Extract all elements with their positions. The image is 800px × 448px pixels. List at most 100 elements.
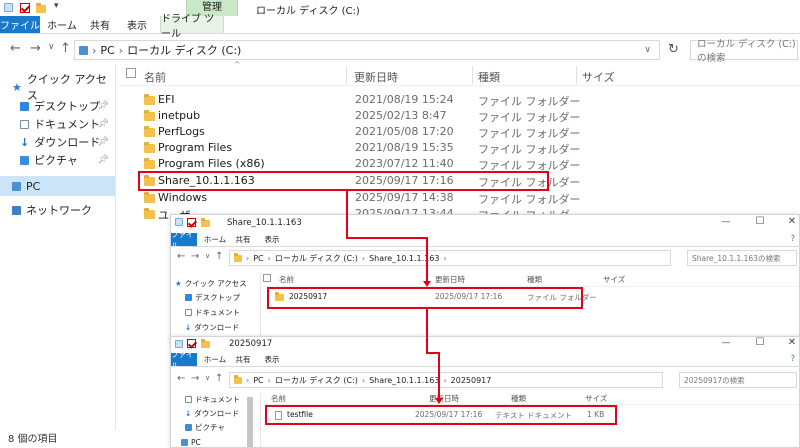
properties-check-icon[interactable] (20, 3, 30, 13)
address-bar[interactable]: › PC › ローカル ディスク (C:) ∨ (74, 40, 660, 60)
new-folder-icon[interactable] (201, 339, 210, 348)
sidebar-item-pictures[interactable]: ピクチャ 📌︎ (0, 151, 115, 169)
address-bar[interactable]: › PC › ローカル ディスク (C:) › Share_10.1.1.163… (229, 250, 671, 266)
tab-view[interactable]: 表示 (259, 353, 285, 366)
pin-icon[interactable]: 📌︎ (98, 137, 109, 147)
list-item[interactable]: Program Files (x86) 2023/07/12 11:40 ファイ… (140, 156, 581, 172)
list-item[interactable]: PerfLogs 2021/05/08 17:20 ファイル フォルダー (140, 124, 581, 140)
column-date[interactable]: 更新日時 (354, 69, 398, 85)
list-item[interactable]: inetpub 2025/02/13 8:47 ファイル フォルダー (140, 108, 581, 124)
sidebar-label: PC (191, 438, 201, 447)
column-name[interactable]: 名前 (279, 274, 294, 285)
search-input[interactable]: 20250917の検索 (679, 372, 797, 388)
column-divider[interactable] (576, 66, 577, 84)
up-icon[interactable]: ↑ (215, 373, 223, 384)
back-icon[interactable]: ← (10, 41, 21, 56)
tab-home[interactable]: ホーム (201, 233, 229, 246)
sidebar-item-quick-access[interactable]: ★ クイック アクセス (171, 277, 260, 290)
forward-icon[interactable]: → (191, 251, 199, 262)
column-date[interactable]: 更新日時 (435, 274, 465, 285)
breadcrumb-share[interactable]: Share_10.1.1.163 (369, 254, 439, 263)
sidebar-item-downloads[interactable]: ↓ ダウンロード 📌︎ (0, 133, 115, 151)
tab-drive-tools[interactable]: ドライブ ツール (160, 14, 224, 40)
properties-check-icon[interactable] (187, 339, 196, 348)
forward-icon[interactable]: → (191, 373, 199, 384)
help-icon[interactable]: ? (791, 354, 795, 363)
breadcrumb-pc[interactable]: PC (253, 254, 263, 263)
breadcrumb-share[interactable]: Share_10.1.1.163 (369, 376, 439, 385)
sidebar-item-desktop[interactable]: デスクトップ 📌︎ (0, 97, 115, 115)
sidebar-item-quick-access[interactable]: ★ クイック アクセス (0, 73, 115, 102)
pin-icon[interactable]: 📌︎ (98, 155, 109, 165)
breadcrumb-pc[interactable]: PC (100, 44, 114, 57)
select-all-checkbox[interactable] (263, 274, 271, 282)
qat-dropdown-icon[interactable]: ▾ (54, 1, 59, 11)
column-size[interactable]: サイズ (582, 69, 615, 85)
maximize-button[interactable]: ☐ (753, 216, 767, 227)
scrollbar[interactable] (247, 397, 253, 447)
sidebar-item-documents[interactable]: ドキュメント (171, 306, 260, 319)
new-folder-icon[interactable] (201, 218, 210, 227)
breadcrumb-local-disk[interactable]: ローカル ディスク (C:) (127, 42, 241, 58)
sidebar-item-pc[interactable]: PC (0, 176, 115, 196)
close-button[interactable]: ✕ (785, 337, 799, 348)
column-date[interactable]: 更新日時 (429, 393, 459, 404)
list-item[interactable]: Windows 2025/09/17 14:38 ファイル フォルダー (140, 190, 581, 206)
column-name[interactable]: 名前 (144, 69, 166, 85)
maximize-button[interactable]: ☐ (753, 337, 767, 348)
breadcrumb-local-disk[interactable]: ローカル ディスク (C:) (275, 375, 358, 386)
forward-icon[interactable]: → (30, 41, 41, 56)
column-name[interactable]: 名前 (271, 393, 286, 404)
address-bar[interactable]: › PC › ローカル ディスク (C:) › Share_10.1.1.163… (229, 372, 663, 388)
breadcrumb-pc[interactable]: PC (253, 376, 263, 385)
tab-share[interactable]: 共有 (84, 16, 116, 33)
pin-icon[interactable]: 📌︎ (98, 101, 109, 111)
tab-share[interactable]: 共有 (231, 353, 255, 366)
up-icon[interactable]: ↑ (215, 251, 223, 262)
back-icon[interactable]: ← (177, 373, 185, 384)
back-icon[interactable]: ← (177, 251, 185, 262)
column-divider[interactable] (346, 66, 347, 84)
address-dropdown-icon[interactable]: ∨ (644, 45, 651, 55)
column-type[interactable]: 種類 (527, 274, 542, 285)
minimize-button[interactable]: — (719, 338, 733, 348)
column-size[interactable]: サイズ (585, 393, 607, 404)
column-type[interactable]: 種類 (478, 69, 500, 85)
list-item[interactable]: Program Files 2021/08/19 15:35 ファイル フォルダ… (140, 140, 581, 156)
tab-home[interactable]: ホーム (44, 16, 80, 33)
tab-file[interactable]: ファイル (0, 16, 40, 33)
close-button[interactable]: ✕ (785, 216, 799, 227)
column-divider[interactable] (472, 66, 473, 84)
quick-access-icon[interactable] (4, 3, 13, 12)
recent-dropdown-icon[interactable]: ∨ (48, 42, 55, 52)
properties-check-icon[interactable] (187, 218, 196, 227)
tab-share[interactable]: 共有 (231, 233, 255, 246)
sidebar-item-network[interactable]: ネットワーク (0, 201, 115, 219)
tab-file[interactable]: ファイル (171, 230, 197, 250)
new-folder-icon[interactable] (36, 3, 46, 13)
tab-home[interactable]: ホーム (201, 353, 229, 366)
refresh-icon[interactable]: ↻ (668, 42, 679, 57)
search-input[interactable]: ローカル ディスク (C:)の検索 (690, 39, 798, 64)
sidebar-item-downloads[interactable]: ↓ ダウンロード (171, 321, 260, 334)
quick-access-icon[interactable] (175, 218, 183, 226)
column-size[interactable]: サイズ (603, 274, 625, 285)
tab-view[interactable]: 表示 (120, 16, 154, 33)
sidebar-item-desktop[interactable]: デスクトップ (171, 291, 260, 304)
pin-icon[interactable]: 📌︎ (98, 119, 109, 129)
search-input[interactable]: Share_10.1.1.163の検索 (687, 250, 797, 266)
select-all-checkbox[interactable] (126, 68, 136, 78)
tab-view[interactable]: 表示 (259, 233, 285, 246)
list-item[interactable]: EFI 2021/08/19 15:24 ファイル フォルダー (140, 92, 581, 108)
recent-dropdown-icon[interactable]: ∨ (205, 252, 210, 260)
breadcrumb-date-folder[interactable]: 20250917 (451, 376, 492, 385)
column-type[interactable]: 種類 (511, 393, 526, 404)
sidebar-item-documents[interactable]: ドキュメント 📌︎ (0, 115, 115, 133)
tab-file[interactable]: ファイル (171, 350, 197, 370)
up-icon[interactable]: ↑ (60, 41, 71, 56)
quick-access-icon[interactable] (175, 340, 183, 348)
minimize-button[interactable]: — (719, 217, 733, 227)
help-icon[interactable]: ? (791, 234, 795, 243)
recent-dropdown-icon[interactable]: ∨ (205, 374, 210, 382)
breadcrumb-local-disk[interactable]: ローカル ディスク (C:) (275, 253, 358, 264)
